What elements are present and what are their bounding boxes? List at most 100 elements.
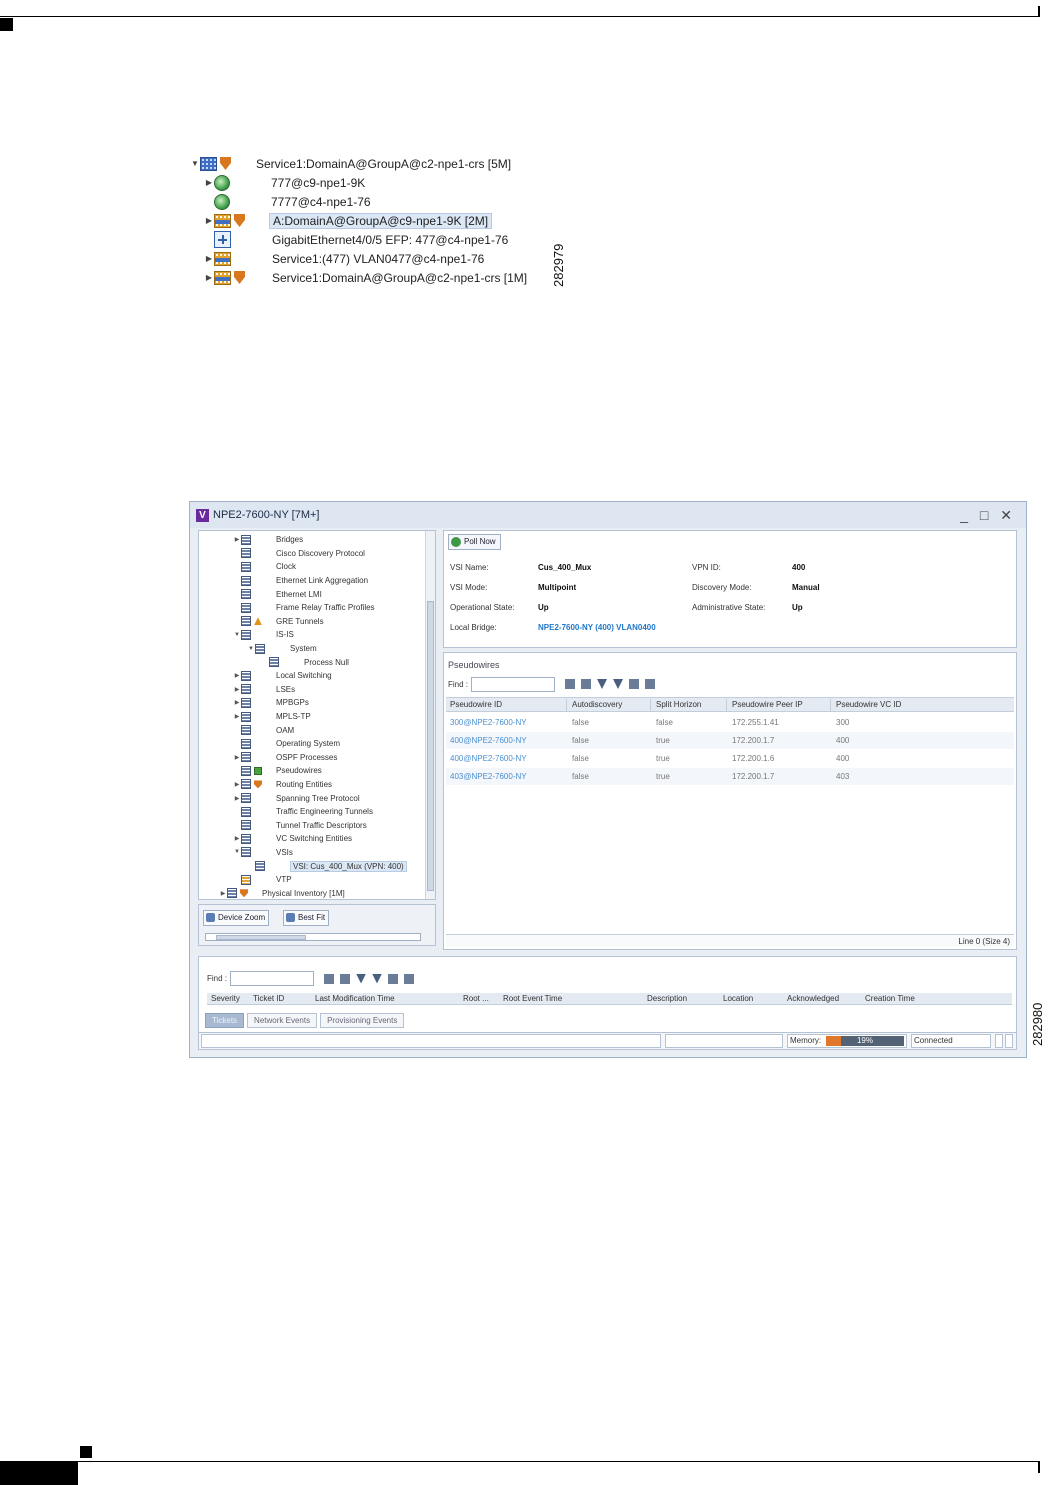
pseudowire-id-link[interactable]: 400@NPE2-7600-NY [450,754,527,763]
tree-node[interactable]: ▼ System [199,642,427,656]
expand-arrow-icon[interactable]: ▶ [233,781,241,788]
local-bridge-link[interactable]: NPE2-7600-NY (400) VLAN0400 [538,623,656,632]
expand-arrow-icon[interactable]: ▶ [233,672,241,679]
sort-icon[interactable] [581,679,592,689]
column-divider[interactable] [830,699,831,711]
pseudowire-find-input[interactable] [471,676,556,692]
clear-filter-icon[interactable] [372,973,383,984]
expand-arrow-icon[interactable]: ▶ [233,754,241,761]
expand-arrow-icon[interactable]: ▼ [233,849,241,855]
column-header[interactable]: Pseudowire ID [450,700,502,709]
expand-arrow-icon[interactable]: ▶ [233,835,241,842]
column-header[interactable]: Split Horizon [656,700,701,709]
tree-node[interactable]: OAM [199,723,427,737]
column-header[interactable]: Ticket ID [253,994,284,1003]
tree-node[interactable]: GigabitEthernet4/0/5 EFP: 477@c4-npe1-76 [190,230,550,249]
column-divider[interactable] [726,699,727,711]
tree-node[interactable]: Operating System [199,737,427,751]
pseudowire-id-link[interactable]: 400@NPE2-7600-NY [450,736,527,745]
scroll-thumb[interactable] [216,935,306,940]
filter-icon[interactable] [356,973,367,984]
expand-arrow-icon[interactable]: ▼ [190,159,200,168]
save-icon[interactable] [324,973,335,984]
column-header[interactable]: Severity [211,994,240,1003]
tree-node[interactable]: ▼ VSIs [199,846,427,860]
tree-node[interactable]: Process Null [199,655,427,669]
tab-tickets[interactable]: Tickets [205,1013,245,1028]
pseudowire-id-link[interactable]: 300@NPE2-7600-NY [450,718,527,727]
tree-scrollbar[interactable] [425,531,435,899]
column-header[interactable]: Pseudowire VC ID [836,700,901,709]
tree-node[interactable]: VTP [199,873,427,887]
sort-icon[interactable] [340,973,351,984]
expand-arrow-icon[interactable]: ▶ [233,795,241,802]
column-header[interactable]: Root ... [463,994,489,1003]
column-header[interactable]: Autodiscovery [572,700,622,709]
column-header[interactable]: Last Modification Time [315,994,395,1003]
expand-arrow-icon[interactable]: ▶ [233,713,241,720]
horizontal-scrollbar[interactable] [205,933,421,941]
column-divider[interactable] [650,699,651,711]
save-icon[interactable] [565,679,576,689]
column-header[interactable]: Pseudowire Peer IP [732,700,803,709]
column-header[interactable]: Acknowledged [787,994,839,1003]
columns-icon[interactable] [404,973,415,984]
export-icon[interactable] [629,679,640,689]
window-controls[interactable]: _ □ ✕ [960,507,1016,524]
tree-node[interactable]: ▶ Service1:DomainA@GroupA@c2-npe1-crs [1M… [190,268,550,287]
tree-node[interactable]: ▶ 777@c9-npe1-9K [190,173,550,192]
tree-node[interactable]: Ethernet LMI [199,587,427,601]
tab-provisioning-events[interactable]: Provisioning Events [320,1013,405,1028]
expand-arrow-icon[interactable]: ▼ [233,632,241,638]
table-row[interactable]: 400@NPE2-7600-NY false true 172.200.1.6 400 [446,750,1014,767]
column-header[interactable]: Creation Time [865,994,915,1003]
column-header[interactable]: Description [647,994,687,1003]
tree-node[interactable]: ▶ VC Switching Entities [199,832,427,846]
export-icon[interactable] [388,973,399,984]
table-row[interactable]: 300@NPE2-7600-NY false false 172.255.1.41 30… [446,714,1014,731]
column-divider[interactable] [566,699,567,711]
poll-now-button[interactable]: Poll Now [448,534,501,550]
pseudowire-id-link[interactable]: 403@NPE2-7600-NY [450,772,527,781]
best-fit-button[interactable]: Best Fit [283,910,330,926]
tree-node[interactable]: ▶ Local Switching [199,669,427,683]
tree-node[interactable]: Ethernet Link Aggregation [199,574,427,588]
scroll-thumb[interactable] [427,601,434,891]
expand-arrow-icon[interactable]: ▶ [233,536,241,543]
tree-node[interactable]: Traffic Engineering Tunnels [199,805,427,819]
tree-node[interactable]: Cisco Discovery Protocol [199,547,427,561]
tree-node[interactable]: ▶ Bridges [199,533,427,547]
tree-node[interactable]: GRE Tunnels [199,615,427,629]
tree-node[interactable]: ▶ Service1:(477) VLAN0477@c4-npe1-76 [190,249,550,268]
expand-arrow-icon[interactable]: ▶ [204,178,214,187]
device-zoom-button[interactable]: Device Zoom [203,910,270,926]
tree-node[interactable]: ▶ MPBGPs [199,696,427,710]
events-find-input[interactable] [230,971,315,986]
expand-arrow-icon[interactable]: ▶ [233,699,241,706]
filter-icon[interactable] [597,679,608,689]
clear-filter-icon[interactable] [613,679,624,689]
tree-node[interactable]: ▼ Service1:DomainA@GroupA@c2-npe1-crs [5M… [190,154,550,173]
tree-node[interactable]: Frame Relay Traffic Profiles [199,601,427,615]
table-row[interactable]: 400@NPE2-7600-NY false true 172.200.1.7 400 [446,732,1014,749]
tree-node[interactable]: VSI: Cus_400_Mux (VPN: 400) [199,859,427,873]
table-row[interactable]: 403@NPE2-7600-NY false true 172.200.1.7 403 [446,768,1014,785]
expand-arrow-icon[interactable]: ▶ [204,273,214,282]
tree-node[interactable]: ▶ Spanning Tree Protocol [199,791,427,805]
tree-node[interactable]: ▶ A:DomainA@GroupA@c9-npe1-9K [2M] [190,211,550,230]
expand-arrow-icon[interactable]: ▶ [204,254,214,263]
expand-arrow-icon[interactable]: ▼ [247,646,255,652]
tree-node[interactable]: Clock [199,560,427,574]
tree-node[interactable]: Tunnel Traffic Descriptors [199,818,427,832]
tree-node[interactable]: 7777@c4-npe1-76 [190,192,550,211]
expand-arrow-icon[interactable]: ▶ [219,890,227,897]
tree-node[interactable]: ▶ OSPF Processes [199,751,427,765]
tree-node[interactable]: Pseudowires [199,764,427,778]
column-header[interactable]: Location [723,994,753,1003]
tree-node[interactable]: ▶ MPLS-TP [199,710,427,724]
columns-icon[interactable] [645,679,656,689]
tree-node[interactable]: ▼ IS-IS [199,628,427,642]
tree-node[interactable]: ▶ Routing Entities [199,778,427,792]
tree-node[interactable]: ▶ Physical Inventory [1M] [199,886,427,899]
window-titlebar[interactable]: V NPE2-7600-NY [7M+] _ □ ✕ [190,502,1026,528]
